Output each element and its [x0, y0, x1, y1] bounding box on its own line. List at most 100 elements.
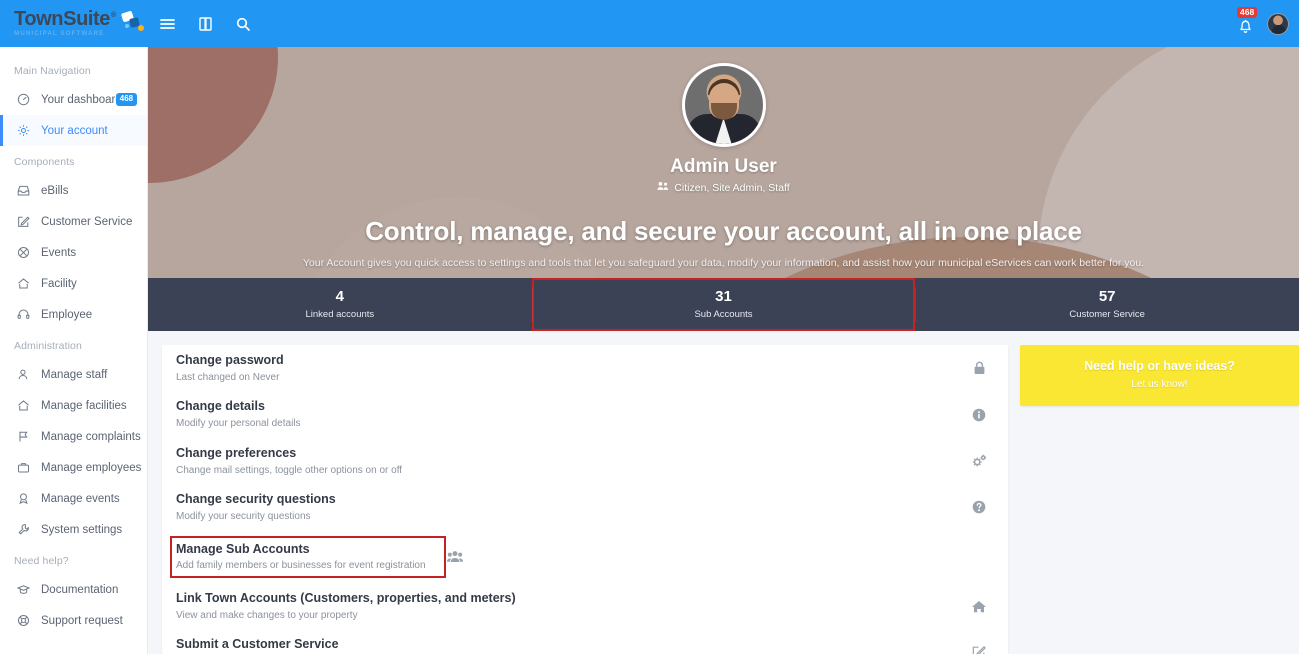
option-subtitle: Add family members or businesses for eve…: [176, 560, 426, 572]
user-badge-icon: [17, 368, 37, 381]
stat-linked-accounts[interactable]: 4 Linked accounts: [148, 278, 532, 331]
sidebar-item-employee[interactable]: Employee: [0, 299, 147, 330]
bell-icon: [1238, 18, 1253, 39]
ticket-icon: [17, 246, 37, 259]
stat-value: 57: [1098, 288, 1116, 306]
sidebar-item-label: Documentation: [41, 583, 119, 596]
info-circle-icon: [968, 408, 990, 422]
brand-squares-icon: [120, 11, 146, 34]
sidebar-item-ebills[interactable]: eBills: [0, 175, 147, 206]
stat-customer-service[interactable]: 57 Customer Service: [915, 278, 1299, 331]
sidebar-item-documentation[interactable]: Documentation: [0, 574, 147, 605]
lifebuoy-icon: [17, 614, 37, 627]
brand-name: TownSuite: [14, 9, 115, 29]
graduation-cap-icon: [17, 583, 37, 596]
sidebar-item-label: Facility: [41, 277, 77, 290]
option-change-password[interactable]: Change password Last changed on Never: [162, 345, 1008, 391]
sidebar-item-label: Manage facilities: [41, 399, 127, 412]
sidebar-item-label: Support request: [41, 614, 123, 627]
edit-square-icon: [17, 215, 37, 228]
option-change-preferences[interactable]: Change preferences Change mail settings,…: [162, 438, 1008, 484]
sidebar-item-support-request[interactable]: Support request: [0, 605, 147, 636]
toggle-panel-icon[interactable]: [192, 11, 218, 37]
sidebar-item-manage-staff[interactable]: Manage staff: [0, 359, 147, 390]
option-title: Change password: [176, 353, 284, 367]
sidebar-item-label: Manage staff: [41, 368, 108, 381]
sidebar-section-title: Main Navigation: [14, 65, 91, 77]
help-feedback-card[interactable]: Need help or have ideas? Let us know!: [1020, 345, 1299, 406]
body-container: Main Navigation Your dashboard 468 Your …: [0, 47, 1299, 654]
lock-icon: [968, 361, 990, 375]
home-icon: [17, 399, 37, 412]
account-options-card: Change password Last changed on Never Ch…: [162, 345, 1008, 654]
option-change-security-questions[interactable]: Change security questions Modify your se…: [162, 484, 1008, 530]
sidebar-item-your-account[interactable]: Your account: [0, 115, 147, 146]
sidebar-section-title: Administration: [14, 340, 82, 352]
option-title: Submit a Customer Service: [176, 637, 339, 652]
avatar[interactable]: [1267, 12, 1289, 35]
cogs-icon: [968, 454, 990, 468]
notifications-bell[interactable]: 468: [1233, 6, 1258, 39]
sidebar-item-label: Manage events: [41, 492, 120, 505]
hero-title: Control, manage, and secure your account…: [365, 216, 1082, 246]
sidebar: Main Navigation Your dashboard 468 Your …: [0, 47, 148, 654]
briefcase-icon: [17, 461, 37, 474]
option-subtitle: Change mail settings, toggle other optio…: [176, 464, 403, 476]
option-submit-customer-service[interactable]: Submit a Customer Service Send a Custome…: [162, 629, 1008, 654]
option-change-details[interactable]: Change details Modify your personal deta…: [162, 391, 1008, 437]
dashboard-gauge-icon: [17, 93, 37, 106]
top-bar: TownSuite MUNICIPAL SOFTWARE: [0, 0, 1299, 47]
sidebar-item-manage-facilities[interactable]: Manage facilities: [0, 390, 147, 421]
option-title: Change details: [176, 399, 265, 414]
sidebar-item-label: Customer Service: [41, 215, 133, 228]
sidebar-item-customer-service[interactable]: Customer Service: [0, 206, 147, 237]
sidebar-item-your-dashboard[interactable]: Your dashboard 468: [0, 84, 147, 115]
users-group-icon: [657, 181, 669, 194]
sidebar-item-label: Events: [41, 246, 77, 259]
help-card-subtitle: Let us know!: [1131, 379, 1188, 390]
stat-label: Linked accounts: [305, 308, 375, 320]
app-root: TownSuite MUNICIPAL SOFTWARE: [0, 0, 1299, 654]
content-area: Change password Last changed on Never Ch…: [148, 331, 1299, 654]
home-icon: [968, 600, 990, 613]
inbox-icon: [17, 184, 37, 197]
profile-roles: Citizen, Site Admin, Staff: [657, 181, 790, 194]
sidebar-item-manage-events[interactable]: Manage events: [0, 483, 147, 514]
option-title: Change preferences: [176, 445, 297, 460]
sidebar-item-label: Your dashboard: [41, 93, 122, 106]
sidebar-item-facility[interactable]: Facility: [0, 268, 147, 299]
sidebar-section-title: Need help?: [14, 555, 69, 567]
search-icon[interactable]: [230, 11, 256, 37]
option-subtitle: Last changed on Never: [176, 371, 280, 383]
sidebar-item-manage-complaints[interactable]: Manage complaints: [0, 421, 147, 452]
option-subtitle: View and make changes to your property: [176, 609, 358, 621]
wrench-icon: [17, 523, 37, 536]
sidebar-item-system-settings[interactable]: System settings: [0, 514, 147, 545]
stat-label: Sub Accounts: [694, 308, 753, 320]
edit-square-icon: [968, 645, 990, 654]
hamburger-menu-icon[interactable]: [154, 11, 180, 37]
sidebar-item-label: Manage employees: [41, 461, 142, 474]
profile-avatar: [681, 63, 766, 147]
sidebar-item-manage-employees[interactable]: Manage employees: [0, 452, 147, 483]
option-link-town-accounts[interactable]: Link Town Accounts (Customers, propertie…: [162, 583, 1008, 629]
home-icon: [17, 277, 37, 290]
sidebar-item-label: eBills: [41, 184, 69, 197]
headset-icon: [17, 308, 37, 321]
stats-bar: 4 Linked accounts 31 Sub Accounts 57 Cus…: [148, 278, 1299, 331]
hero-banner: Admin User Citizen, Site Admin, Staff Co…: [148, 47, 1299, 278]
sidebar-item-label: Manage complaints: [41, 430, 141, 443]
brand-logo[interactable]: TownSuite MUNICIPAL SOFTWARE: [0, 9, 148, 37]
main-content: Admin User Citizen, Site Admin, Staff Co…: [148, 47, 1299, 654]
hero-description: Your Account gives you quick access to s…: [302, 257, 1145, 269]
brand-tagline: MUNICIPAL SOFTWARE: [14, 30, 105, 38]
notification-badge: 468: [1237, 6, 1258, 19]
sidebar-item-events[interactable]: Events: [0, 237, 147, 268]
right-rail: Need help or have ideas? Let us know!: [1020, 345, 1299, 654]
option-title: Change security questions: [176, 492, 336, 507]
question-circle-icon: [968, 500, 990, 514]
ticket-stub-icon: [17, 492, 37, 505]
stat-value: 4: [335, 288, 344, 306]
option-manage-sub-accounts[interactable]: Manage Sub Accounts Add family members o…: [162, 531, 1008, 583]
stat-sub-accounts[interactable]: 31 Sub Accounts: [531, 278, 916, 331]
